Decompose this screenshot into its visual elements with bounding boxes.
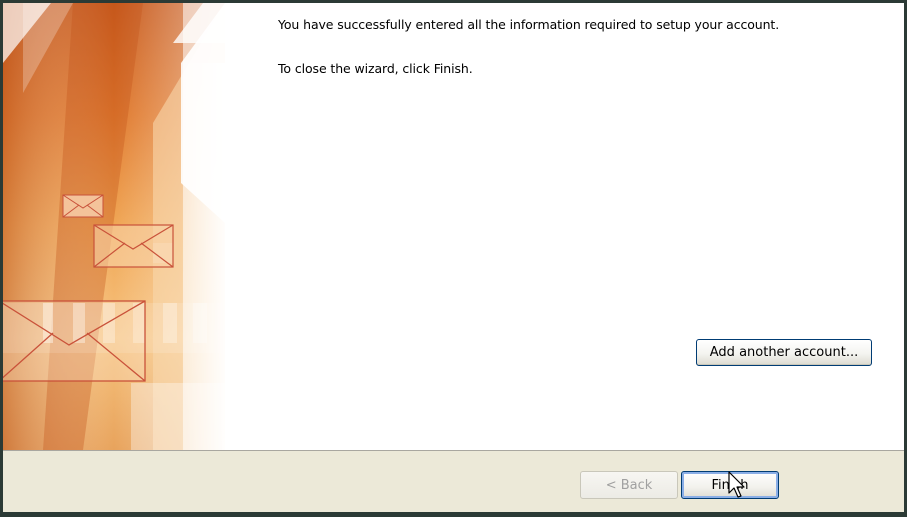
back-button[interactable]: < Back (580, 471, 678, 499)
success-message: You have successfully entered all the in… (278, 17, 780, 32)
wizard-banner (3, 3, 225, 450)
wizard-footer: < Back Finish (3, 450, 904, 512)
envelope-banner-graphic (3, 3, 225, 450)
mouse-pointer-icon (728, 471, 745, 498)
wizard-window: You have successfully entered all the in… (3, 3, 904, 512)
wizard-content: You have successfully entered all the in… (225, 3, 904, 450)
close-instruction: To close the wizard, click Finish. (278, 61, 473, 76)
add-another-account-button[interactable]: Add another account... (696, 339, 872, 366)
